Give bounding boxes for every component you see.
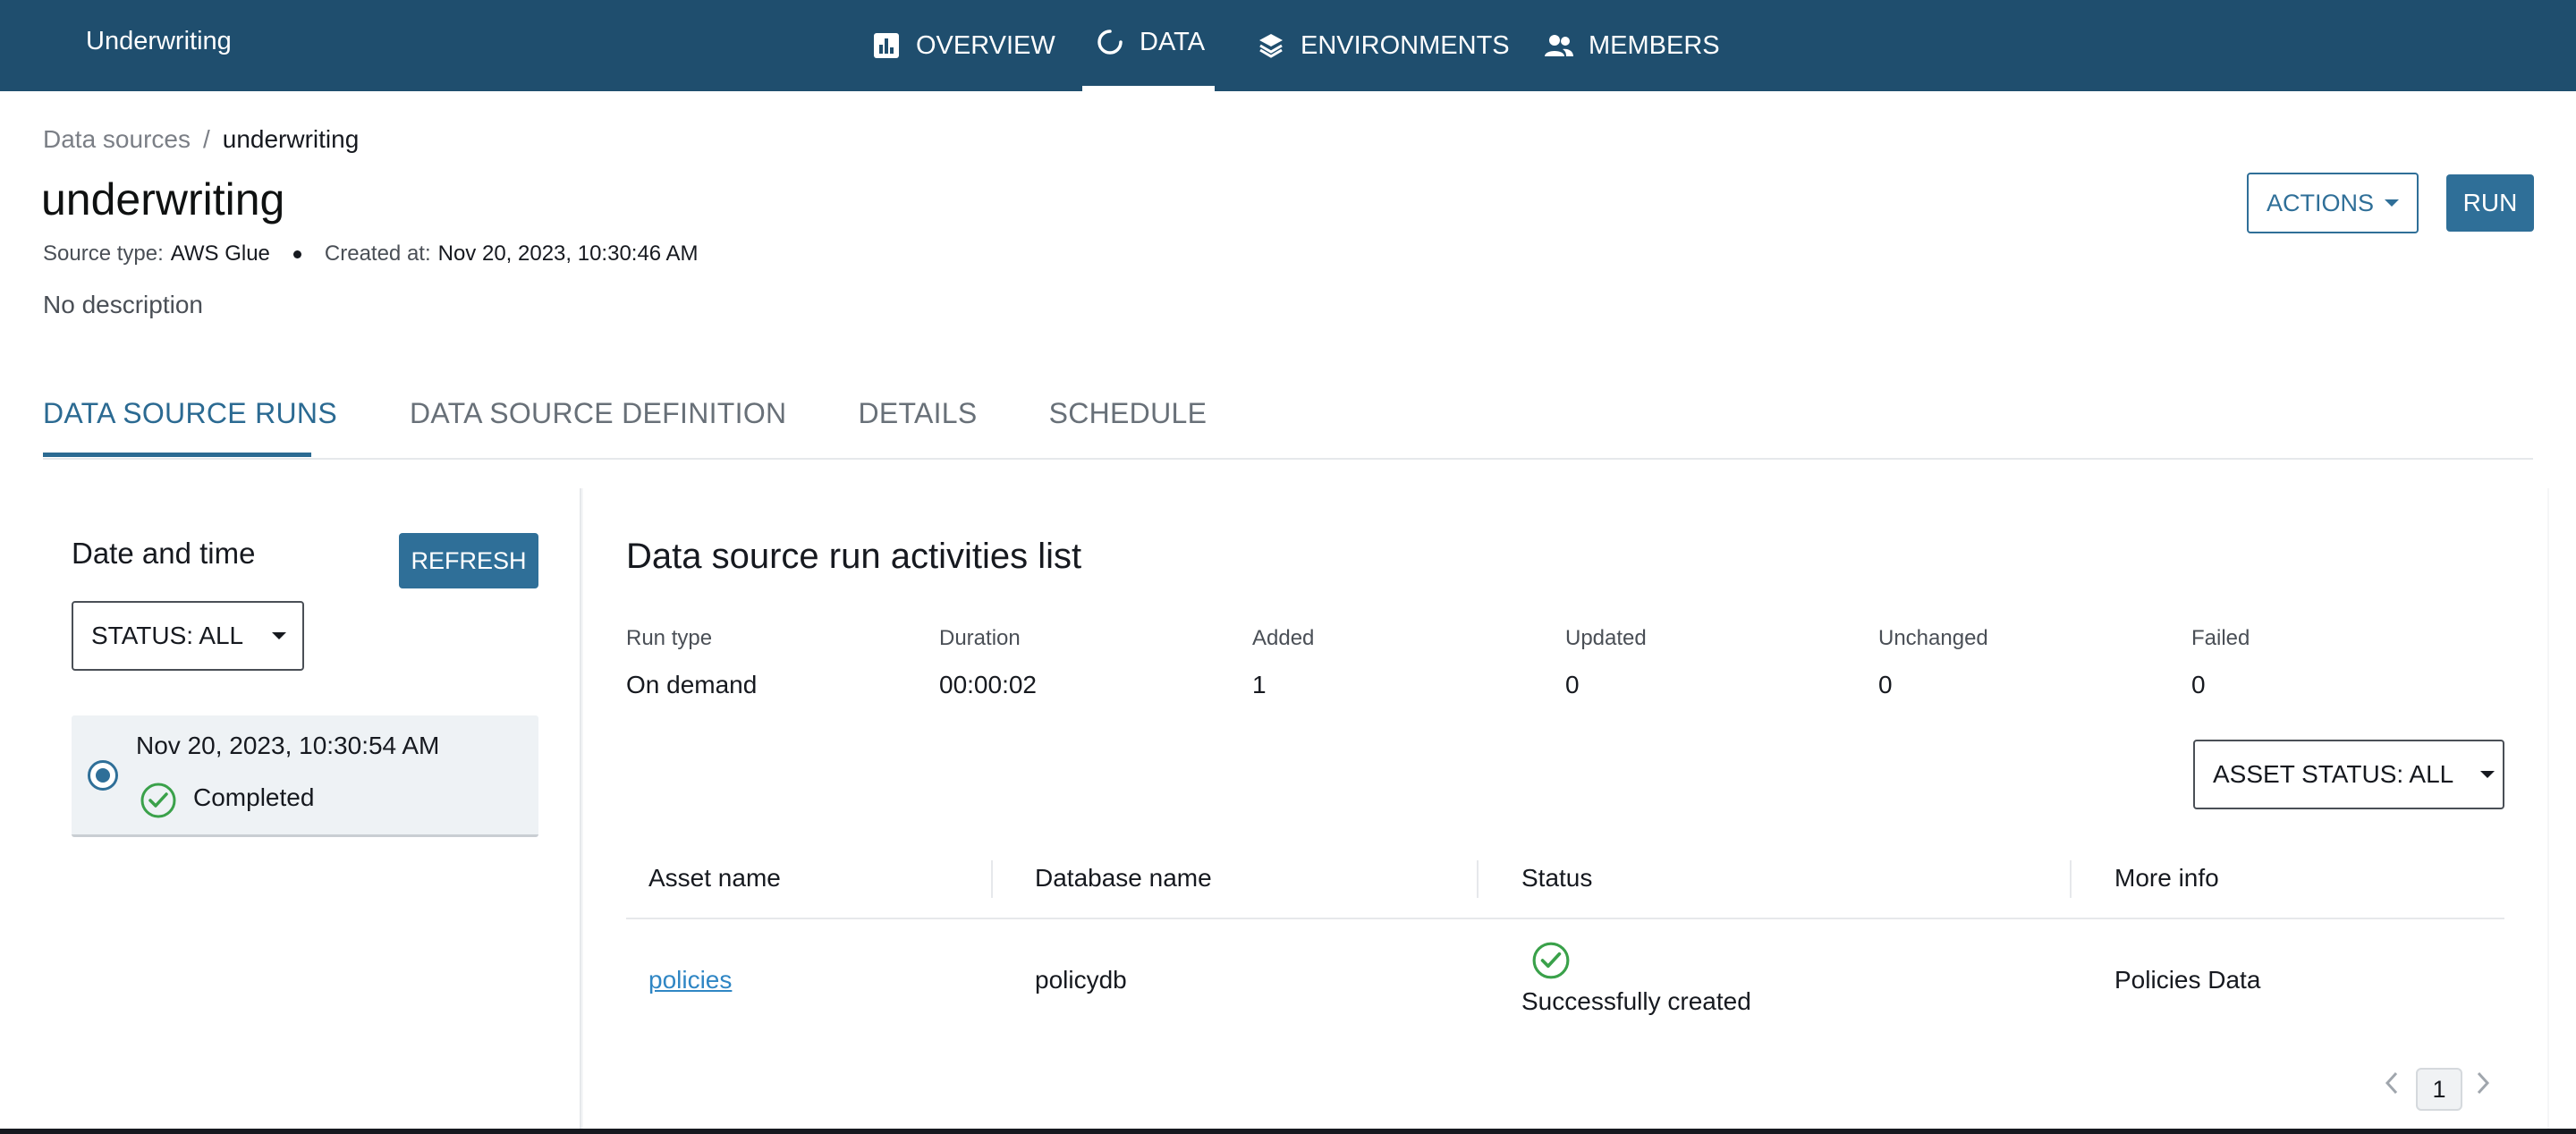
tab-details[interactable]: DETAILS xyxy=(858,397,977,430)
stat-added: Added 1 xyxy=(1252,626,1314,699)
run-date: Nov 20, 2023, 10:30:54 AM xyxy=(136,732,440,759)
run-button[interactable]: RUN xyxy=(2446,174,2534,232)
next-page-button[interactable] xyxy=(2474,1070,2492,1104)
stat-unchanged: Unchanged 0 xyxy=(1878,626,1988,699)
caret-down-icon xyxy=(2385,199,2399,207)
stat-updated: Updated 0 xyxy=(1565,626,1647,699)
nav-item-overview[interactable]: OVERVIEW xyxy=(871,0,1055,91)
status-filter-select[interactable]: STATUS: ALL xyxy=(72,601,304,671)
stat-failed: Failed 0 xyxy=(2191,626,2250,699)
nav-label: ENVIRONMENTS xyxy=(1301,30,1510,60)
bar-chart-icon xyxy=(871,30,902,61)
description: No description xyxy=(43,291,203,318)
created-at-value: Nov 20, 2023, 10:30:46 AM xyxy=(437,241,699,266)
refresh-circle-icon xyxy=(1095,27,1125,57)
caret-down-icon xyxy=(272,632,287,639)
page-title: underwriting xyxy=(41,174,285,224)
actions-dropdown-button[interactable]: ACTIONS xyxy=(2247,173,2419,233)
layers-icon xyxy=(1256,30,1286,61)
prev-page-button[interactable] xyxy=(2383,1070,2401,1104)
column-divider xyxy=(1477,860,1479,898)
nav-item-environments[interactable]: ENVIRONMENTS xyxy=(1256,0,1510,91)
stat-label: Updated xyxy=(1565,626,1647,650)
stat-label: Duration xyxy=(939,626,1021,650)
source-type-value: AWS Glue xyxy=(170,241,270,266)
refresh-button[interactable]: REFRESH xyxy=(399,533,538,588)
breadcrumb: Data sources / underwriting xyxy=(43,125,359,154)
status-filter-value: STATUS: ALL xyxy=(91,622,244,649)
column-header-status[interactable]: Status xyxy=(1521,864,1592,893)
created-at-label: Created at: xyxy=(324,241,431,266)
actions-label: ACTIONS xyxy=(2266,189,2374,216)
asset-status-filter-value: ASSET STATUS: ALL xyxy=(2213,760,2454,788)
meta-separator-dot xyxy=(292,250,301,258)
stat-value: 0 xyxy=(1565,671,1580,698)
breadcrumb-parent-link[interactable]: Data sources xyxy=(43,125,191,153)
stat-value: 0 xyxy=(2191,671,2206,698)
nav-item-data[interactable]: DATA xyxy=(1095,0,1205,88)
chevron-left-icon xyxy=(2383,1070,2401,1104)
stat-value: 0 xyxy=(1878,671,1893,698)
tab-data-source-definition[interactable]: DATA SOURCE DEFINITION xyxy=(410,397,786,430)
stat-label: Added xyxy=(1252,626,1315,650)
stat-label: Failed xyxy=(2191,626,2250,650)
column-header-more-info[interactable]: More info xyxy=(2114,864,2219,893)
tab-data-source-runs[interactable]: DATA SOURCE RUNS xyxy=(43,397,337,430)
column-divider xyxy=(2070,860,2072,898)
nav-item-members[interactable]: MEMBERS xyxy=(1544,0,1720,91)
nav-label: MEMBERS xyxy=(1589,30,1720,60)
active-tab-indicator xyxy=(43,453,311,457)
people-icon xyxy=(1544,30,1574,61)
stat-value: 1 xyxy=(1252,671,1267,698)
run-activities-panel xyxy=(583,488,2547,1134)
database-name-cell: policydb xyxy=(1035,966,1127,994)
source-type-label: Source type: xyxy=(43,241,164,266)
source-meta: Source type: AWS Glue Created at: Nov 20… xyxy=(43,241,699,267)
page-number-current[interactable]: 1 xyxy=(2416,1068,2462,1111)
stat-label: Run type xyxy=(626,626,713,650)
asset-name-link[interactable]: policies xyxy=(648,966,732,994)
more-info-cell: Policies Data xyxy=(2114,966,2261,994)
stat-value: On demand xyxy=(626,671,758,698)
run-list-item[interactable]: Nov 20, 2023, 10:30:54 AM Completed xyxy=(72,715,538,837)
column-header-database-name[interactable]: Database name xyxy=(1035,864,1212,893)
tab-schedule[interactable]: SCHEDULE xyxy=(1049,397,1208,430)
column-divider xyxy=(991,860,993,898)
stat-label: Unchanged xyxy=(1878,626,1988,650)
stat-value: 00:00:02 xyxy=(939,671,1037,698)
app-title[interactable]: Underwriting xyxy=(86,27,232,56)
table-header-divider xyxy=(626,918,2504,919)
chevron-right-icon xyxy=(2474,1070,2492,1104)
tabs-divider xyxy=(43,458,2533,460)
window-bottom-edge xyxy=(0,1129,2576,1134)
nav-label: OVERVIEW xyxy=(916,30,1055,60)
column-header-asset-name[interactable]: Asset name xyxy=(648,864,781,893)
tab-bar: DATA SOURCE RUNS DATA SOURCE DEFINITION … xyxy=(43,397,1207,430)
date-time-heading: Date and time xyxy=(72,537,256,570)
status-cell: Successfully created xyxy=(1521,987,1751,1015)
asset-status-filter-select[interactable]: ASSET STATUS: ALL xyxy=(2193,740,2504,809)
top-nav-bar: Underwriting OVERVIEW DATA ENVIRONMENTS … xyxy=(0,0,2576,91)
stat-duration: Duration 00:00:02 xyxy=(939,626,1037,699)
breadcrumb-separator: / xyxy=(202,125,210,153)
run-radio-selected[interactable] xyxy=(88,760,118,791)
activities-heading: Data source run activities list xyxy=(626,537,1082,576)
run-status: Completed xyxy=(193,783,315,811)
nav-active-indicator xyxy=(1082,86,1215,91)
success-check-icon xyxy=(140,782,177,824)
caret-down-icon xyxy=(2480,771,2496,778)
breadcrumb-current: underwriting xyxy=(222,125,360,153)
success-check-icon xyxy=(1531,941,1571,986)
nav-label: DATA xyxy=(1140,27,1206,56)
stat-run-type: Run type On demand xyxy=(626,626,757,699)
